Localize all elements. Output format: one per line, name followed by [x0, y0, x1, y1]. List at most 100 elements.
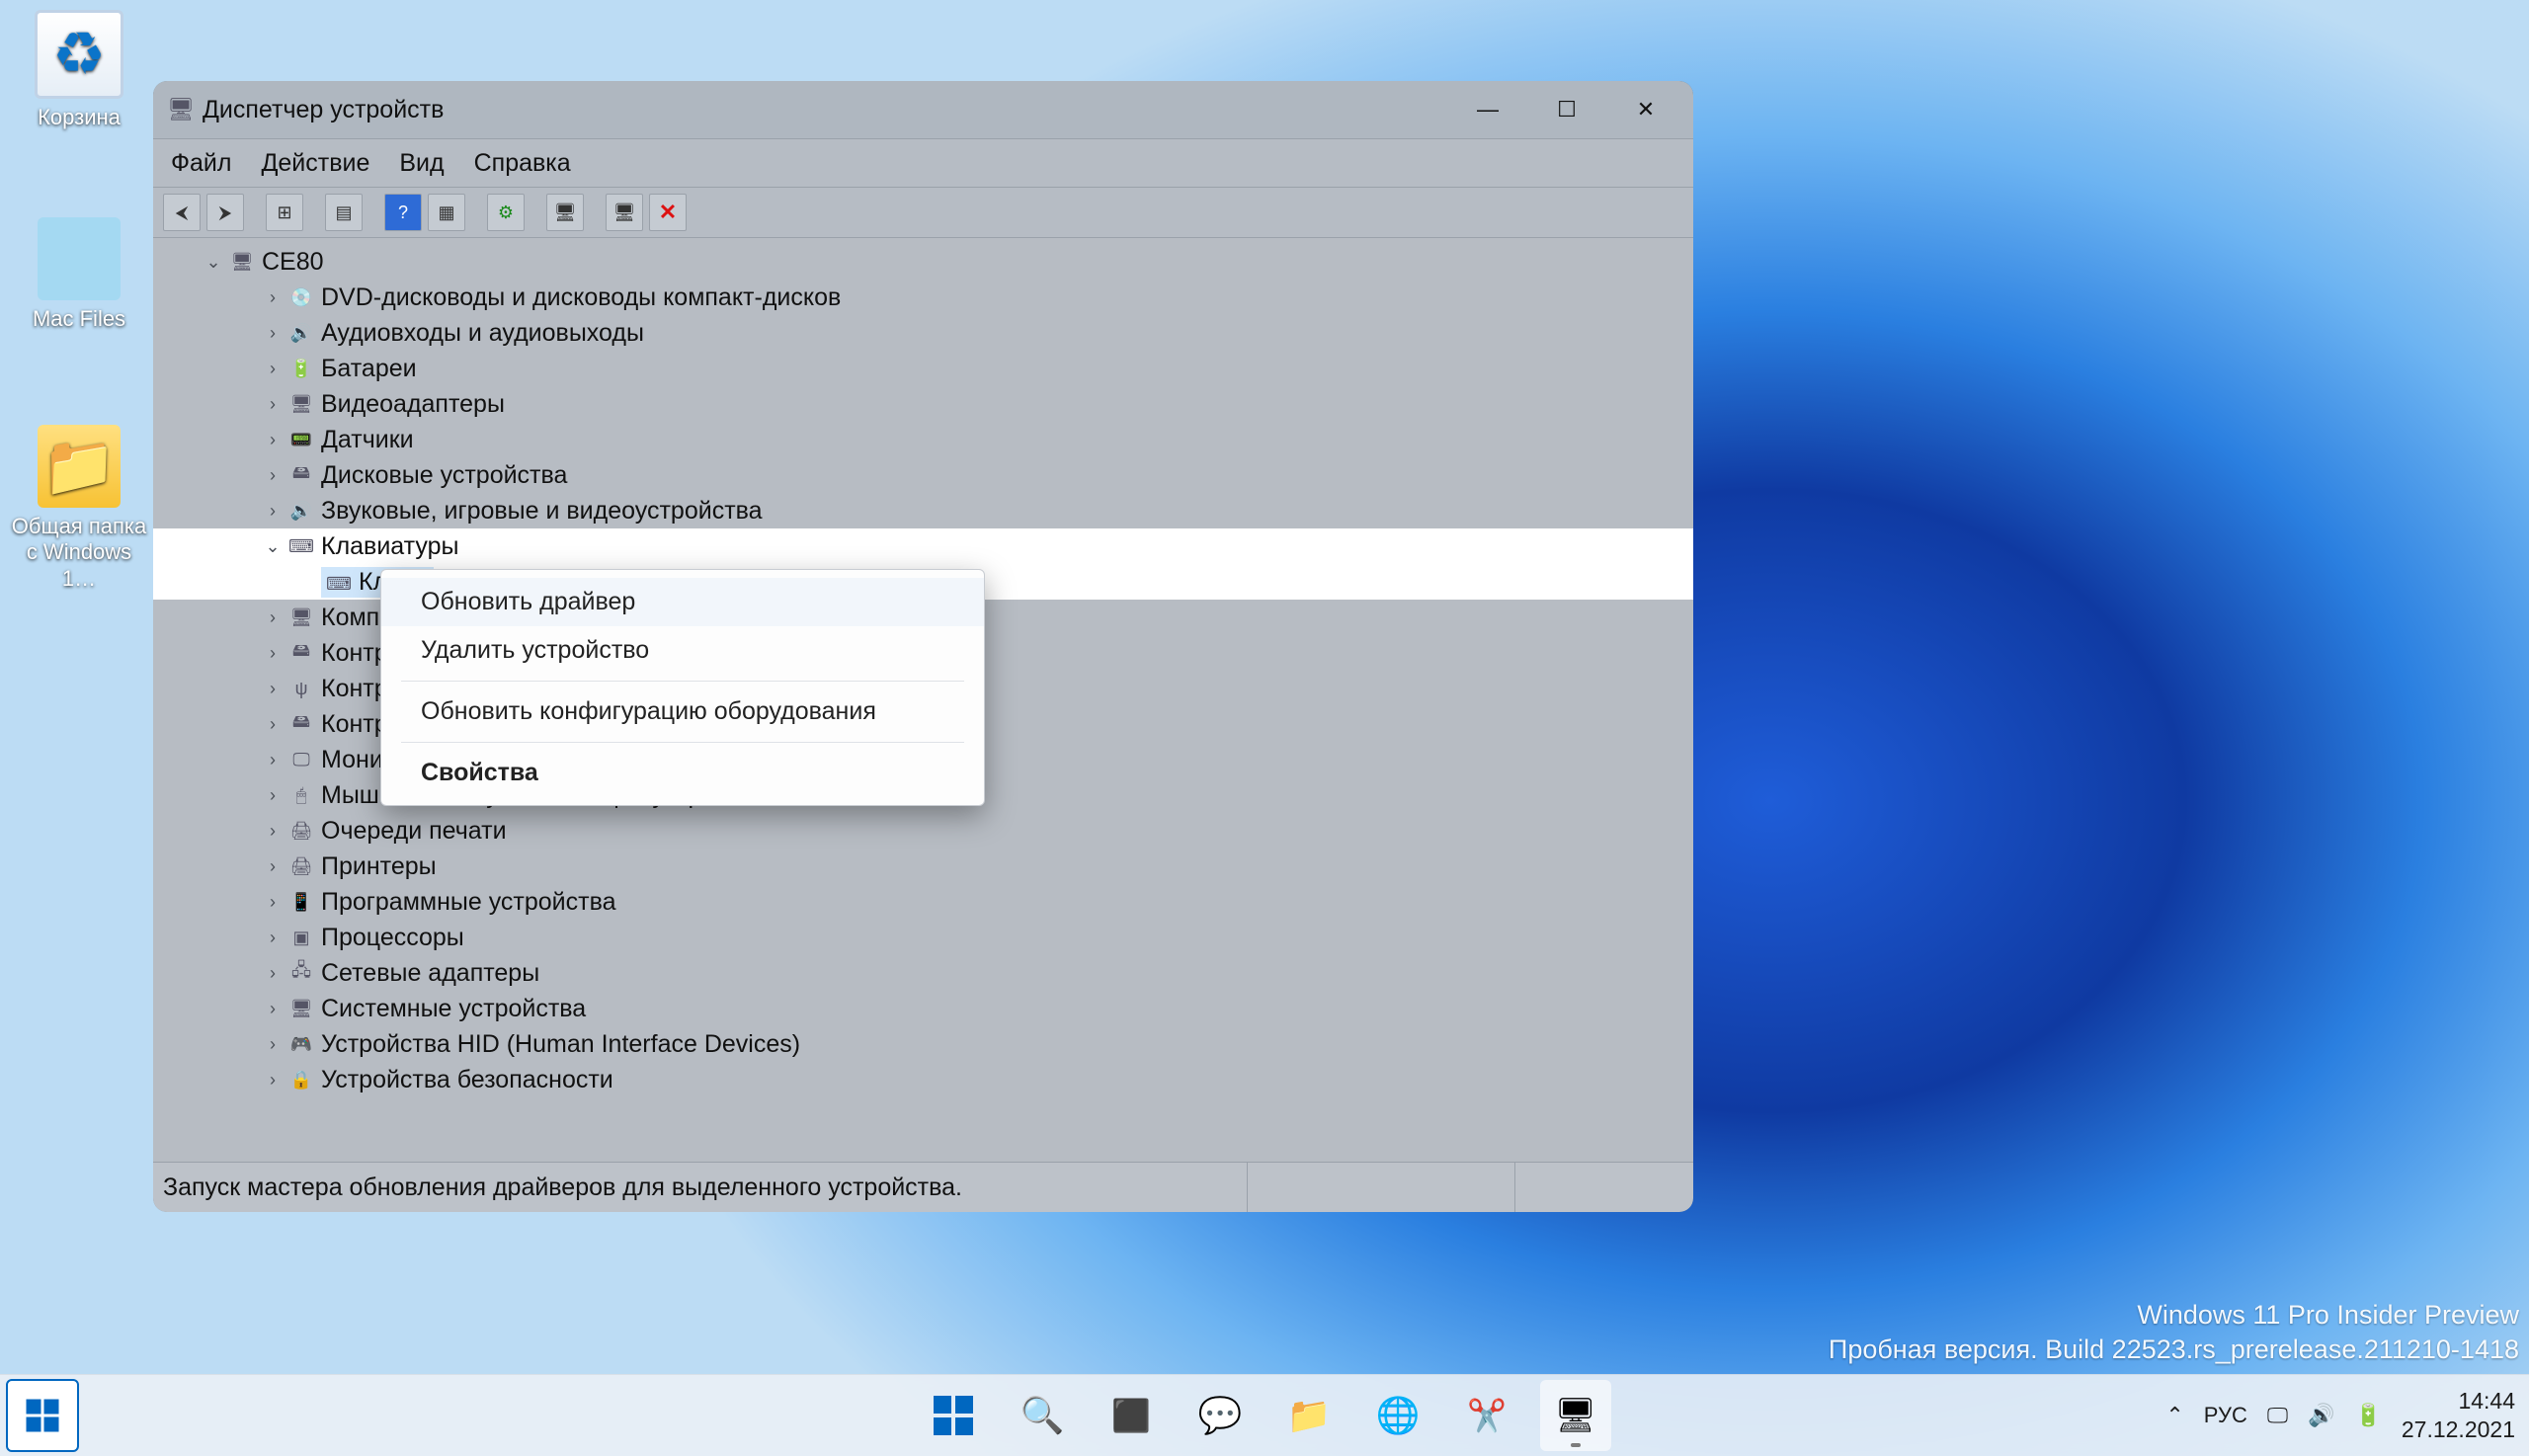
tree-category[interactable]: ›🖧Сетевые адаптеры — [153, 955, 1693, 991]
expand-icon[interactable]: › — [262, 785, 284, 806]
back-button[interactable]: ⮜ — [163, 194, 201, 231]
tree-root[interactable]: ⌄ 🖥 CE80 — [153, 244, 1693, 280]
tree-category[interactable]: ›📱Программные устройства — [153, 884, 1693, 920]
category-icon: 📟 — [287, 429, 315, 450]
snipping-tool-button[interactable]: ✂️ — [1451, 1380, 1522, 1451]
tree-category[interactable]: ›▣Процессоры — [153, 920, 1693, 955]
menu-file[interactable]: Файл — [171, 149, 231, 178]
ctx-remove-device[interactable]: Удалить устройство — [381, 626, 984, 675]
view-button[interactable]: ▦ — [428, 194, 465, 231]
properties-button[interactable]: ▤ — [325, 194, 363, 231]
help-button[interactable]: ? — [384, 194, 422, 231]
forward-button[interactable]: ⮞ — [206, 194, 244, 231]
category-icon: 🖴 — [287, 642, 315, 664]
search-button[interactable]: 🔍 — [1007, 1380, 1078, 1451]
expand-icon[interactable]: › — [262, 287, 284, 308]
maximize-button[interactable]: ☐ — [1527, 85, 1606, 134]
tree-category[interactable]: ⌄⌨Клавиатуры — [153, 528, 1693, 564]
task-view-button[interactable]: ⬛ — [1096, 1380, 1167, 1451]
tree-category-label: Видеоадаптеры — [321, 390, 505, 419]
tree-category[interactable]: ›💿DVD-дисководы и дисководы компакт-диск… — [153, 280, 1693, 315]
tray-clock[interactable]: 14:44 27.12.2021 — [2402, 1387, 2515, 1444]
toolbar: ⮜ ⮞ ⊞ ▤ ? ▦ ⚙ 🖥 🖥 ✕ — [153, 188, 1693, 238]
expand-icon[interactable]: › — [262, 1034, 284, 1055]
expand-icon[interactable]: › — [262, 963, 284, 984]
expand-icon[interactable]: › — [262, 750, 284, 770]
chat-button[interactable]: 💬 — [1184, 1380, 1256, 1451]
edge-button[interactable]: 🌐 — [1362, 1380, 1433, 1451]
expand-icon[interactable]: › — [262, 856, 284, 877]
expand-icon[interactable]: › — [262, 430, 284, 450]
expand-icon[interactable]: › — [262, 1070, 284, 1091]
tree-root-label: CE80 — [262, 248, 324, 277]
desktop-icon-shared-folder[interactable]: 📁 Общая папка с Windows 1… — [10, 425, 148, 592]
tray-battery-icon[interactable]: 🔋 — [2354, 1403, 2381, 1428]
category-icon: 🖧 — [287, 962, 315, 984]
explorer-button[interactable]: 📁 — [1273, 1380, 1345, 1451]
device-icon: ⌨ — [325, 573, 353, 595]
menu-help[interactable]: Справка — [474, 149, 571, 178]
watermark: Windows 11 Pro Insider Preview Пробная в… — [1829, 1298, 2519, 1367]
category-icon: ψ — [287, 678, 315, 699]
close-button[interactable]: ✕ — [1606, 85, 1685, 134]
expand-icon[interactable]: › — [262, 359, 284, 379]
widgets-button[interactable] — [6, 1379, 79, 1452]
tree-category[interactable]: ›🔊Аудиовходы и аудиовыходы — [153, 315, 1693, 351]
expand-icon[interactable]: › — [262, 892, 284, 913]
expand-icon[interactable]: › — [262, 643, 284, 664]
tree-category[interactable]: ›🔒 Устройства безопасности — [153, 1062, 1693, 1097]
titlebar[interactable]: 🖥 Диспетчер устройств — ☐ ✕ — [153, 81, 1693, 138]
tree-category[interactable]: ›🖥Системные устройства — [153, 991, 1693, 1026]
expand-icon[interactable]: › — [262, 323, 284, 344]
start-button[interactable] — [918, 1380, 989, 1451]
enable-device-button[interactable]: 🖥 — [606, 194, 643, 231]
tree-category[interactable]: ›📟 Датчики — [153, 422, 1693, 457]
mac-files-label: Mac Files — [10, 306, 148, 332]
ctx-update-driver[interactable]: Обновить драйвер — [381, 578, 984, 626]
collapse-icon[interactable]: ⌄ — [203, 252, 224, 273]
tree-category[interactable]: ›🎮Устройства HID (Human Interface Device… — [153, 1026, 1693, 1062]
update-driver-button[interactable]: ⚙ — [487, 194, 525, 231]
tree-category-label: Клавиатуры — [321, 532, 458, 561]
tree-category[interactable]: ›🖴Дисковые устройства — [153, 457, 1693, 493]
expand-icon[interactable]: › — [262, 679, 284, 699]
expand-icon[interactable]: › — [262, 714, 284, 735]
category-icon: 🔒 — [287, 1069, 315, 1091]
tree-category[interactable]: ›🔊Звуковые, игровые и видеоустройства — [153, 493, 1693, 528]
tray-display-icon[interactable]: 🖵 — [2267, 1403, 2288, 1428]
expand-icon[interactable]: › — [262, 607, 284, 628]
tree-category-label: Датчики — [321, 426, 414, 454]
expand-icon[interactable]: › — [262, 394, 284, 415]
device-manager-taskbar-button[interactable]: 🖥 — [1540, 1380, 1611, 1451]
show-hide-tree-button[interactable]: ⊞ — [266, 194, 303, 231]
tray-volume-icon[interactable]: 🔊 — [2308, 1403, 2334, 1428]
tree-category[interactable]: ›🖥Видеоадаптеры — [153, 386, 1693, 422]
tree-category-label: Устройства HID (Human Interface Devices) — [321, 1030, 800, 1059]
tree-category-label: Системные устройства — [321, 995, 586, 1023]
ctx-scan-hardware[interactable]: Обновить конфигурацию оборудования — [381, 688, 984, 736]
expand-icon[interactable]: › — [262, 821, 284, 842]
expand-icon[interactable]: › — [262, 465, 284, 486]
tray-overflow-button[interactable]: ⌃ — [2165, 1403, 2183, 1428]
menu-view[interactable]: Вид — [399, 149, 444, 178]
expand-icon[interactable]: › — [262, 928, 284, 948]
tray-language[interactable]: РУС — [2204, 1403, 2247, 1428]
tree-category[interactable]: ›🖨Очереди печати — [153, 813, 1693, 849]
minimize-button[interactable]: — — [1448, 85, 1527, 134]
tree-category[interactable]: ›🔋Батареи — [153, 351, 1693, 386]
tree-category[interactable]: ›🖨Принтеры — [153, 849, 1693, 884]
tree-category-label: Устройства безопасности — [321, 1066, 613, 1094]
expand-icon[interactable]: › — [262, 501, 284, 522]
menu-action[interactable]: Действие — [261, 149, 369, 178]
expand-icon[interactable]: › — [262, 999, 284, 1019]
collapse-icon[interactable]: ⌄ — [262, 536, 284, 557]
tree-category-label: Дисковые устройства — [321, 461, 567, 490]
desktop-icon-mac-files[interactable]: Mac Files — [10, 217, 148, 332]
app-icon: 🖥 — [167, 96, 195, 123]
scan-hardware-button[interactable]: 🖥 — [546, 194, 584, 231]
desktop-icon-recycle-bin[interactable]: ♻ Корзина — [10, 10, 148, 130]
statusbar: Запуск мастера обновления драйверов для … — [153, 1162, 1693, 1212]
tree-category-label: Звуковые, игровые и видеоустройства — [321, 497, 763, 526]
ctx-properties[interactable]: Свойства — [381, 749, 984, 797]
uninstall-device-button[interactable]: ✕ — [649, 194, 687, 231]
